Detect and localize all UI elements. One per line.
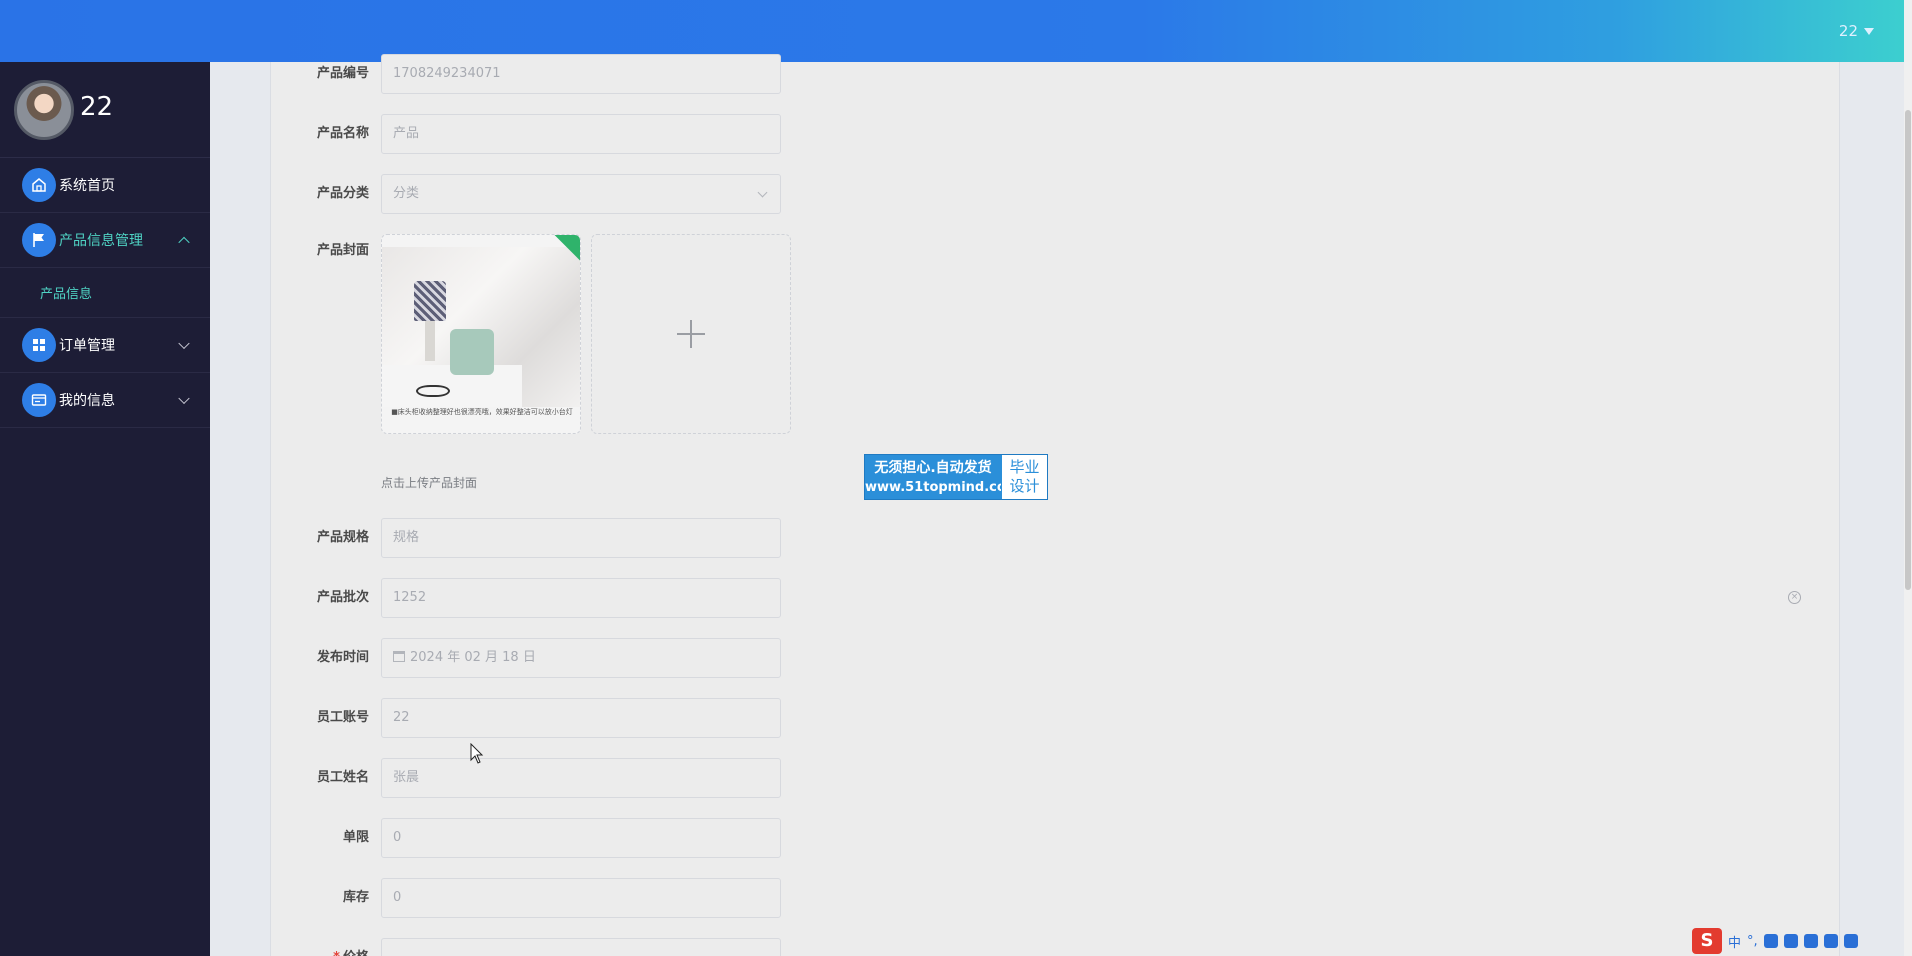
watermark-side2: 设计 — [1009, 477, 1040, 495]
field-label: 产品批次 — [316, 590, 369, 605]
product-no-input[interactable]: 1708249234071 — [381, 54, 781, 94]
category-select-placeholder: 分类 — [393, 186, 420, 201]
sidebar: 22 系统首页 产品信息管理 产品信息 订单管理 我的信息 — [0, 62, 210, 956]
price-input[interactable] — [381, 938, 781, 956]
form-row-publish-time: 发布时间 2024 年 02 月 18 日 — [271, 638, 1471, 678]
field-label-text: 价格 — [343, 950, 369, 956]
form-row-limit: 单限 0 — [271, 818, 1471, 858]
profile-username: 22 — [80, 92, 114, 122]
cover-thumbnail[interactable]: ■床头柜收纳整理好也很漂亮哦，效果好整洁可以放小台灯 — [381, 234, 581, 434]
plus-icon — [677, 320, 705, 348]
chevron-down-icon — [757, 187, 768, 198]
home-icon — [22, 168, 56, 202]
field-label: 产品编号 — [316, 66, 369, 81]
calendar-icon — [393, 651, 405, 662]
product-form: 产品编号 1708249234071 产品名称 产品 产品分类 分类 产品封面 — [270, 54, 1840, 956]
sidebar-item-product-management[interactable]: 产品信息管理 — [0, 213, 210, 268]
sidebar-item-orders[interactable]: 订单管理 — [0, 318, 210, 373]
sidebar-subitem-label: 产品信息 — [40, 287, 93, 302]
required-mark: * — [333, 950, 340, 956]
sidebar-subitem-product-info[interactable]: 产品信息 — [0, 268, 210, 318]
form-row-staff-account: 员工账号 22 — [271, 698, 1471, 738]
chevron-down-icon — [178, 337, 190, 350]
watermark-side1: 毕业 — [1009, 458, 1040, 476]
mouse-cursor-icon — [470, 743, 484, 764]
cover-upload-button[interactable] — [591, 234, 791, 434]
field-label: 产品分类 — [316, 186, 369, 201]
chevron-down-icon — [178, 392, 190, 405]
ime-punct[interactable]: °, — [1747, 934, 1758, 949]
form-row-spec: 产品规格 规格 — [271, 518, 1471, 558]
form-row-price: *价格 — [271, 938, 1471, 956]
sidebar-item-my-info[interactable]: 我的信息 — [0, 373, 210, 428]
sidebar-item-label: 产品信息管理 — [59, 233, 143, 249]
sidebar-item-label: 系统首页 — [59, 178, 115, 194]
sidebar-item-label: 我的信息 — [59, 393, 115, 409]
watermark-banner: 无须担心.自动发货 www.51topmind.com 毕业 设计 — [864, 454, 1048, 500]
scrollbar-thumb[interactable] — [1905, 110, 1911, 590]
field-label: 单限 — [342, 830, 369, 845]
grid-icon — [22, 328, 56, 362]
form-row-stock: 库存 0 — [271, 878, 1471, 918]
form-row-product-name: 产品名称 产品 — [271, 114, 1471, 154]
form-row-batch: 产品批次 1252 — [271, 578, 1471, 618]
field-label: 员工账号 — [316, 710, 369, 725]
staff-account-input[interactable]: 22 — [381, 698, 781, 738]
watermark-url: www.51topmind.com — [865, 480, 1020, 495]
stock-input[interactable]: 0 — [381, 878, 781, 918]
main-content: 产品编号 1708249234071 产品名称 产品 产品分类 分类 产品封面 — [210, 54, 1904, 956]
clear-icon[interactable]: × — [1788, 591, 1801, 604]
avatar — [14, 80, 74, 140]
caret-down-icon — [1864, 27, 1874, 35]
photo-caption: ■床头柜收纳整理好也很漂亮哦，效果好整洁可以放小台灯 — [391, 408, 573, 416]
field-label: 员工姓名 — [316, 770, 369, 785]
form-row-category: 产品分类 分类 — [271, 174, 1471, 214]
sidebar-item-label: 订单管理 — [59, 338, 115, 354]
microphone-icon[interactable] — [1763, 934, 1778, 948]
batch-input[interactable]: 1252 — [381, 578, 781, 618]
field-label: 产品名称 — [316, 126, 369, 141]
ime-toolbar[interactable]: S 中 °, — [1692, 928, 1858, 954]
user-dropdown[interactable]: 22 — [1839, 22, 1874, 40]
game-icon[interactable] — [1823, 934, 1838, 948]
product-name-input[interactable]: 产品 — [381, 114, 781, 154]
chevron-up-icon — [178, 236, 190, 249]
toolbox-icon[interactable] — [1843, 934, 1858, 948]
upload-tip: 点击上传产品封面 — [381, 476, 478, 490]
flag-icon — [22, 223, 56, 257]
staff-name-input[interactable]: 张晨 — [381, 758, 781, 798]
form-row-cover: 产品封面 ■床头柜收纳整理好也很漂亮哦，效果好整洁可以放小台灯 点击上传产品封面 — [271, 234, 1171, 490]
id-card-icon — [22, 383, 56, 417]
keyboard-icon[interactable] — [1783, 934, 1798, 948]
product-photo — [382, 247, 580, 407]
spec-input[interactable]: 规格 — [381, 518, 781, 558]
publish-time-picker[interactable]: 2024 年 02 月 18 日 — [381, 638, 781, 678]
field-label: 产品规格 — [316, 530, 369, 545]
skin-icon[interactable] — [1803, 934, 1818, 948]
page-scrollbar[interactable] — [1904, 0, 1912, 956]
limit-input[interactable]: 0 — [381, 818, 781, 858]
sidebar-item-home[interactable]: 系统首页 — [0, 158, 210, 213]
field-label: 库存 — [342, 890, 369, 905]
ime-lang[interactable]: 中 — [1728, 932, 1741, 951]
sidebar-profile: 22 — [0, 62, 210, 158]
form-row-staff-name: 员工姓名 张晨 — [271, 758, 1471, 798]
field-label: 发布时间 — [316, 650, 369, 665]
field-label: 产品封面 — [316, 243, 369, 258]
watermark-line1: 无须担心.自动发货 — [874, 460, 992, 476]
publish-time-value: 2024 年 02 月 18 日 — [410, 650, 536, 665]
field-label: *价格 — [271, 938, 369, 956]
glasses-icon — [416, 385, 450, 397]
category-select[interactable]: 分类 — [381, 174, 781, 214]
sogou-logo-icon: S — [1692, 928, 1722, 954]
form-row-product-no: 产品编号 1708249234071 — [271, 54, 1471, 94]
top-bar: 22 — [0, 0, 1904, 62]
user-dropdown-label: 22 — [1838, 22, 1858, 40]
